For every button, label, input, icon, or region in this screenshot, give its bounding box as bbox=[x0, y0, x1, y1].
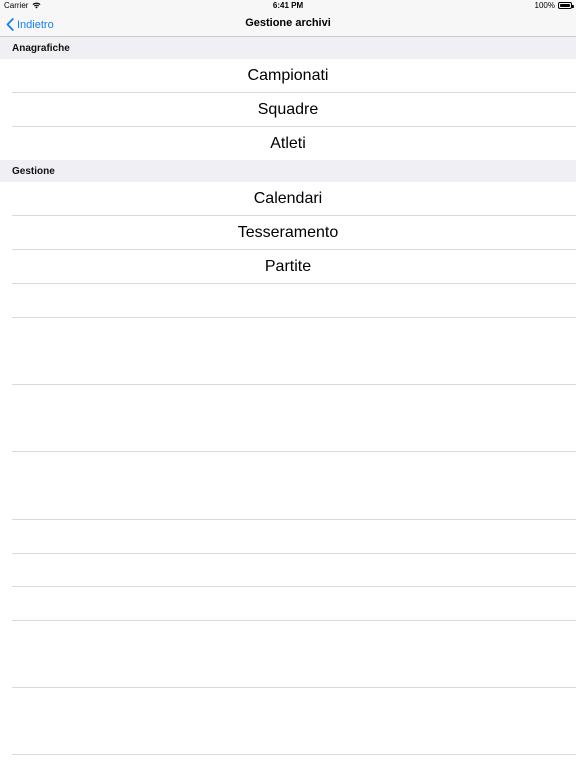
status-bar: Carrier 6:41 PM 100% bbox=[0, 0, 576, 12]
battery-percent: 100% bbox=[534, 1, 555, 10]
battery-fill bbox=[560, 4, 570, 7]
empty-row-separator bbox=[12, 687, 576, 688]
empty-row-separator bbox=[12, 451, 576, 452]
list-item-squadre[interactable]: Squadre bbox=[0, 93, 576, 127]
empty-row-separator bbox=[12, 586, 576, 587]
navigation-bar: Indietro Gestione archivi bbox=[0, 12, 576, 37]
battery-group: 100% bbox=[534, 1, 574, 10]
section-header-anagrafiche: Anagrafiche bbox=[0, 37, 576, 59]
status-time: 6:41 PM bbox=[272, 1, 304, 10]
empty-row-separator bbox=[12, 317, 576, 318]
page-title: Gestione archivi bbox=[245, 17, 331, 29]
list-item-calendari[interactable]: Calendari bbox=[0, 182, 576, 216]
list-item-atleti[interactable]: Atleti bbox=[0, 127, 576, 161]
section-header-gestione: Gestione bbox=[0, 160, 576, 182]
screen: Carrier 6:41 PM 100% Indietro Gestione a… bbox=[0, 0, 576, 768]
empty-row-separator bbox=[12, 553, 576, 554]
list-item-tesseramento[interactable]: Tesseramento bbox=[0, 216, 576, 250]
battery-icon bbox=[558, 2, 574, 9]
empty-row-separator bbox=[12, 754, 576, 755]
empty-row-separator bbox=[12, 283, 576, 284]
empty-row-separator bbox=[12, 519, 576, 520]
empty-row-separator bbox=[12, 620, 576, 621]
list-item-partite[interactable]: Partite bbox=[0, 250, 576, 284]
empty-row-separator bbox=[12, 384, 576, 385]
list-item-campionati[interactable]: Campionati bbox=[0, 59, 576, 93]
